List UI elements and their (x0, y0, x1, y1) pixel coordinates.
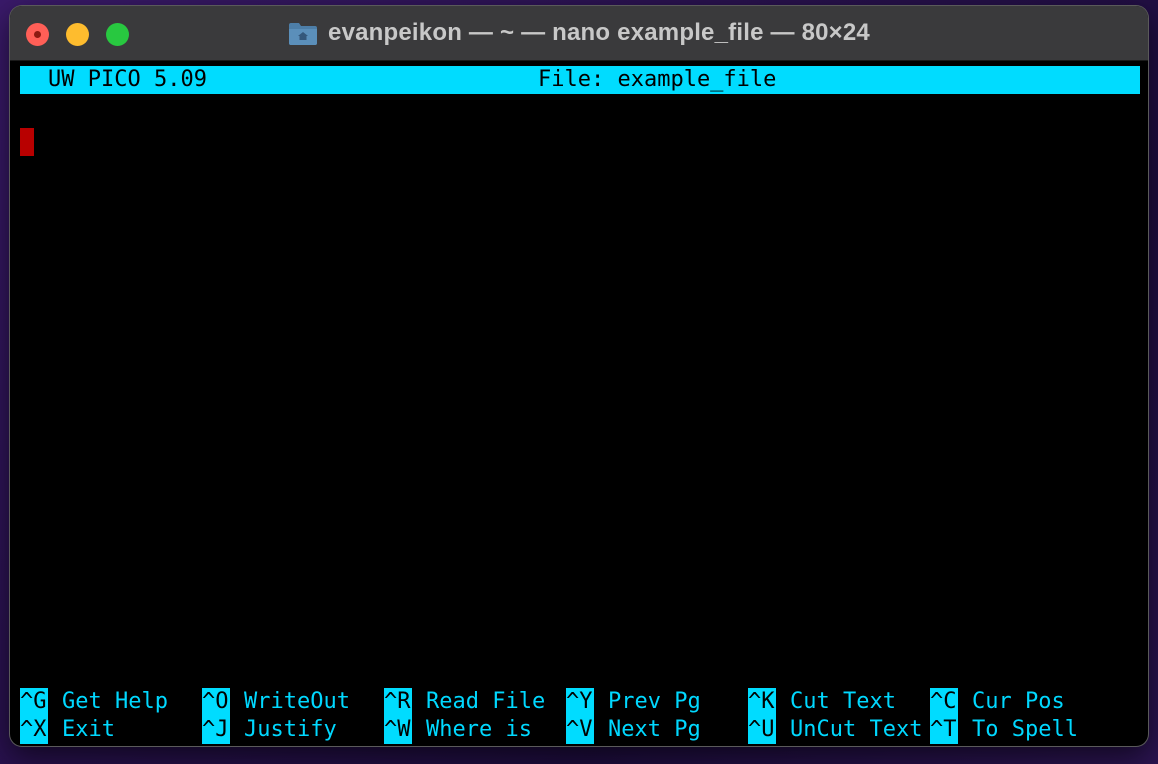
shortcut-label: Get Help (62, 689, 168, 714)
editor-version: UW PICO 5.09 (48, 67, 207, 92)
folder-icon (289, 23, 318, 45)
shortcut-key: ^C (930, 688, 958, 716)
shortcut-prev-pg[interactable]: ^Y Prev Pg (566, 688, 701, 716)
shortcut-label: Cut Text (790, 689, 896, 714)
shortcut-label: Justify (244, 717, 337, 742)
shortcut-to-spell[interactable]: ^T To Spell (930, 716, 1078, 744)
shortcut-exit[interactable]: ^X Exit (20, 716, 115, 744)
title-bar[interactable]: evanpeikon — ~ — nano example_file — 80×… (10, 6, 1148, 61)
shortcut-key: ^R (384, 688, 412, 716)
shortcut-key: ^K (748, 688, 776, 716)
shortcut-writeout[interactable]: ^O WriteOut (202, 688, 350, 716)
shortcut-label: Prev Pg (608, 689, 701, 714)
shortcut-row-2: ^X Exit ^J Justify ^W Where is ^V Next Pg ^U… (20, 716, 1140, 744)
window-title: evanpeikon — ~ — nano example_file — 80×… (328, 19, 870, 46)
shortcut-key: ^T (930, 716, 958, 744)
window-title-group: evanpeikon — ~ — nano example_file — 80×… (10, 6, 1148, 60)
terminal-window: evanpeikon — ~ — nano example_file — 80×… (10, 6, 1148, 746)
file-name-label: File: example_file (538, 67, 777, 92)
shortcut-uncut-text[interactable]: ^U UnCut Text (748, 716, 922, 744)
shortcut-cur-pos[interactable]: ^C Cur Pos (930, 688, 1065, 716)
shortcut-cut-text[interactable]: ^K Cut Text (748, 688, 896, 716)
shortcut-get-help[interactable]: ^G Get Help (20, 688, 168, 716)
shortcut-label: To Spell (972, 717, 1078, 742)
text-cursor (20, 128, 34, 156)
shortcut-key: ^Y (566, 688, 594, 716)
shortcut-label: Exit (62, 717, 115, 742)
shortcut-key: ^W (384, 716, 412, 744)
terminal-content[interactable]: UW PICO 5.09 File: example_file ^G Get He… (20, 66, 1140, 744)
shortcut-key: ^O (202, 688, 230, 716)
shortcut-read-file[interactable]: ^R Read File (384, 688, 545, 716)
shortcut-justify[interactable]: ^J Justify (202, 716, 337, 744)
shortcut-key: ^U (748, 716, 776, 744)
shortcut-key: ^G (20, 688, 48, 716)
shortcut-label: Next Pg (608, 717, 701, 742)
shortcut-row-1: ^G Get Help ^O WriteOut ^R Read File ^Y Prev… (20, 688, 1140, 716)
shortcut-next-pg[interactable]: ^V Next Pg (566, 716, 701, 744)
shortcut-label: Read File (426, 689, 546, 714)
shortcut-label: WriteOut (244, 689, 350, 714)
shortcut-key: ^X (20, 716, 48, 744)
shortcut-key: ^V (566, 716, 594, 744)
shortcut-label: Cur Pos (972, 689, 1065, 714)
shortcut-key: ^J (202, 716, 230, 744)
shortcut-label: Where is (426, 717, 532, 742)
pico-header-bar: UW PICO 5.09 File: example_file (20, 66, 1140, 94)
shortcut-label: UnCut Text (790, 717, 923, 742)
shortcut-where-is[interactable]: ^W Where is (384, 716, 532, 744)
